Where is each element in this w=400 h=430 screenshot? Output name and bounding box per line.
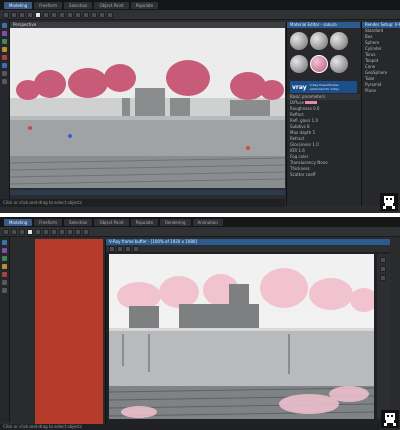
tab-object-paint[interactable]: Object Paint bbox=[94, 219, 129, 226]
ribbon-tabs: Modeling Freeform Selection Object Paint… bbox=[0, 0, 400, 10]
frame-buffer-toolbar bbox=[106, 245, 390, 252]
ribbon-tabs: Modeling Freeform Selection Object Paint… bbox=[0, 217, 400, 227]
sample-slot[interactable] bbox=[290, 32, 308, 50]
sample-slot[interactable] bbox=[290, 55, 308, 73]
undo-button[interactable] bbox=[3, 11, 9, 18]
select-button[interactable] bbox=[35, 11, 41, 18]
render-button[interactable] bbox=[83, 228, 89, 235]
tab-modeling[interactable]: Modeling bbox=[4, 2, 33, 9]
viewport-render[interactable] bbox=[10, 28, 285, 188]
tab-animation[interactable]: Animation bbox=[192, 219, 223, 226]
snap-button[interactable] bbox=[59, 228, 65, 235]
tab-object-paint[interactable]: Object Paint bbox=[94, 2, 129, 9]
left-command-bar bbox=[0, 20, 10, 200]
channel-button[interactable] bbox=[109, 245, 115, 252]
color-swatch-viewport[interactable] bbox=[35, 239, 103, 424]
mirror-button[interactable] bbox=[75, 11, 81, 18]
scene-image bbox=[109, 254, 374, 419]
frame-buffer-window: V-Ray frame buffer - [100% of 1920 x 108… bbox=[105, 239, 390, 424]
frame-buffer-sidebar bbox=[377, 254, 390, 419]
snap-button[interactable] bbox=[67, 11, 73, 18]
render-button[interactable] bbox=[107, 11, 113, 18]
redo-button[interactable] bbox=[11, 228, 17, 235]
sample-slot[interactable] bbox=[310, 32, 328, 50]
tab-modeling[interactable]: Modeling bbox=[4, 219, 33, 226]
tool-icon[interactable] bbox=[2, 280, 7, 285]
timeline-slider[interactable] bbox=[10, 190, 285, 195]
region-render-button[interactable] bbox=[133, 245, 139, 252]
rotate-button[interactable] bbox=[43, 228, 49, 235]
render-setup-button[interactable] bbox=[99, 11, 105, 18]
tool-icon[interactable] bbox=[2, 79, 7, 84]
hierarchy-icon[interactable] bbox=[2, 256, 7, 261]
scene-image bbox=[10, 28, 285, 188]
link-button[interactable] bbox=[19, 228, 25, 235]
motion-icon[interactable] bbox=[2, 47, 7, 52]
param-row[interactable]: Scatter coeff bbox=[287, 172, 360, 178]
status-bar: Click or click-and-drag to select object… bbox=[0, 424, 380, 430]
motion-icon[interactable] bbox=[2, 264, 7, 269]
material-editor-panel: Material Editor - sakura vray V-Ray Powe… bbox=[286, 22, 360, 206]
tab-selection[interactable]: Selection bbox=[64, 219, 93, 226]
sample-slot-selected[interactable] bbox=[310, 55, 328, 73]
main-toolbar bbox=[0, 227, 400, 237]
save-image-button[interactable] bbox=[117, 245, 123, 252]
create-icon[interactable] bbox=[2, 240, 7, 245]
mirror-button[interactable] bbox=[67, 228, 73, 235]
tab-freeform[interactable]: Freeform bbox=[34, 219, 63, 226]
screenshot-top: Modeling Freeform Selection Object Paint… bbox=[0, 0, 400, 213]
tool-icon[interactable] bbox=[2, 288, 7, 293]
status-bar: Click or click-and-drag to select object… bbox=[0, 199, 285, 207]
tool-icon[interactable] bbox=[380, 266, 386, 272]
shader-sublabel: optimized for V-Ray bbox=[309, 87, 340, 91]
hierarchy-icon[interactable] bbox=[2, 39, 7, 44]
scale-button[interactable] bbox=[51, 228, 57, 235]
tab-freeform[interactable]: Freeform bbox=[34, 2, 63, 9]
list-item[interactable]: Plane bbox=[362, 88, 400, 94]
tab-rendering[interactable]: Rendering bbox=[160, 219, 191, 226]
vray-logo: vray bbox=[292, 83, 307, 91]
logo-icon bbox=[381, 410, 399, 428]
left-command-bar bbox=[0, 237, 10, 422]
redo-button[interactable] bbox=[11, 11, 17, 18]
align-button[interactable] bbox=[75, 228, 81, 235]
tab-populate[interactable]: Populate bbox=[130, 219, 159, 226]
create-icon[interactable] bbox=[2, 23, 7, 28]
tool-icon[interactable] bbox=[380, 257, 386, 263]
sample-slot[interactable] bbox=[330, 32, 348, 50]
tab-selection[interactable]: Selection bbox=[64, 2, 93, 9]
rotate-button[interactable] bbox=[51, 11, 57, 18]
rendered-image bbox=[109, 254, 374, 419]
select-button[interactable] bbox=[27, 228, 33, 235]
main-toolbar bbox=[0, 10, 400, 20]
material-sample-slots bbox=[287, 28, 360, 80]
link-button[interactable] bbox=[19, 11, 25, 18]
display-icon[interactable] bbox=[2, 55, 7, 60]
command-panel: Render Setup: V-Ray Adv Standard Box Sph… bbox=[361, 22, 400, 206]
sample-slot[interactable] bbox=[330, 55, 348, 73]
tool-icon[interactable] bbox=[2, 71, 7, 76]
param-label: Diffuse bbox=[290, 100, 305, 105]
move-button[interactable] bbox=[35, 228, 41, 235]
move-button[interactable] bbox=[43, 11, 49, 18]
modify-icon[interactable] bbox=[2, 248, 7, 253]
diffuse-swatch[interactable] bbox=[305, 101, 318, 104]
modify-icon[interactable] bbox=[2, 31, 7, 36]
unlink-button[interactable] bbox=[27, 11, 33, 18]
align-button[interactable] bbox=[83, 11, 89, 18]
display-icon[interactable] bbox=[2, 272, 7, 277]
screenshot-bottom: Modeling Freeform Selection Object Paint… bbox=[0, 217, 400, 430]
utilities-icon[interactable] bbox=[2, 63, 7, 68]
clear-button[interactable] bbox=[125, 245, 131, 252]
vray-banner: vray V-Ray PowerShader optimized for V-R… bbox=[290, 81, 357, 93]
tab-populate[interactable]: Populate bbox=[130, 2, 159, 9]
tool-icon[interactable] bbox=[380, 275, 386, 281]
scale-button[interactable] bbox=[59, 11, 65, 18]
logo-icon bbox=[380, 193, 398, 211]
undo-button[interactable] bbox=[3, 228, 9, 235]
material-editor-button[interactable] bbox=[91, 11, 97, 18]
